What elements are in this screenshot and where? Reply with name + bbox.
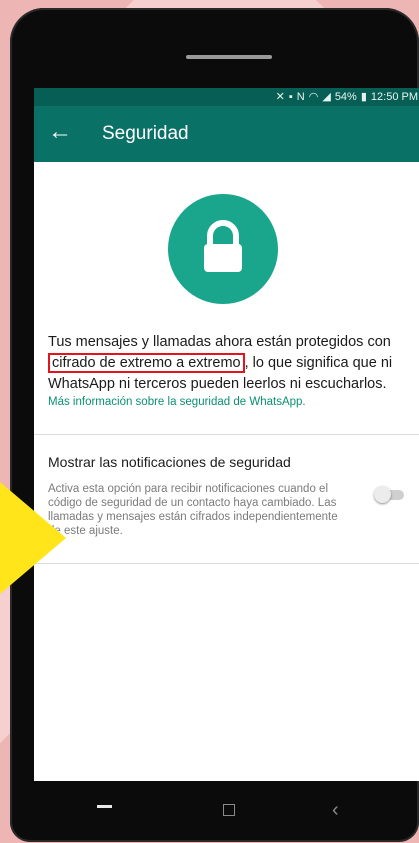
- nfc-icon: N: [296, 90, 305, 103]
- highlighted-encryption-phrase: cifrado de extremo a extremo: [48, 353, 245, 373]
- yellow-pointer-arrow: [0, 482, 66, 594]
- encryption-notice: Tus mensajes y llamadas ahora están prot…: [48, 332, 419, 395]
- status-bar: ✕ ▪ N ◠ ◢ 54% ▮ 12:50 PM: [34, 88, 419, 106]
- page-title: Seguridad: [102, 123, 189, 144]
- security-notifications-description: Activa esta opción para recibir notifica…: [48, 483, 338, 537]
- recent-apps-button[interactable]: [223, 804, 235, 816]
- security-notifications-title: Mostrar las notificaciones de seguridad: [48, 454, 291, 470]
- wifi-icon: ◠: [308, 91, 319, 103]
- lock-icon: [204, 220, 242, 272]
- home-button[interactable]: [97, 805, 112, 808]
- arrow-left-icon[interactable]: ←: [48, 119, 72, 145]
- lock-badge: [168, 194, 278, 304]
- divider: [34, 563, 419, 564]
- notice-text: Tus mensajes y llamadas ahora están prot…: [48, 334, 391, 350]
- phone-frame: ✕ ▪ N ◠ ◢ 54% ▮ 12:50 PM ← Seguridad Tus…: [10, 8, 419, 842]
- security-notifications-toggle[interactable]: [374, 486, 404, 503]
- mute-icon: ✕: [275, 91, 285, 103]
- notification-icon: ▪: [288, 90, 293, 103]
- more-info-link[interactable]: Más información sobre la seguridad de Wh…: [48, 396, 306, 408]
- divider: [34, 434, 419, 435]
- phone-speaker: [186, 55, 272, 59]
- toggle-knob: [374, 486, 391, 503]
- signal-icon: ◢: [322, 91, 331, 103]
- back-button[interactable]: ‹: [332, 799, 339, 822]
- app-screen: ✕ ▪ N ◠ ◢ 54% ▮ 12:50 PM ← Seguridad Tus…: [34, 88, 419, 781]
- clock: 12:50 PM: [370, 90, 418, 103]
- android-nav-bar: ‹: [10, 781, 419, 843]
- battery-percent: 54%: [334, 90, 357, 103]
- battery-icon: ▮: [360, 91, 367, 103]
- status-icons: ✕ ▪ N ◠ ◢ 54% ▮ 12:50 PM: [275, 90, 418, 104]
- app-bar: ← Seguridad: [34, 106, 419, 162]
